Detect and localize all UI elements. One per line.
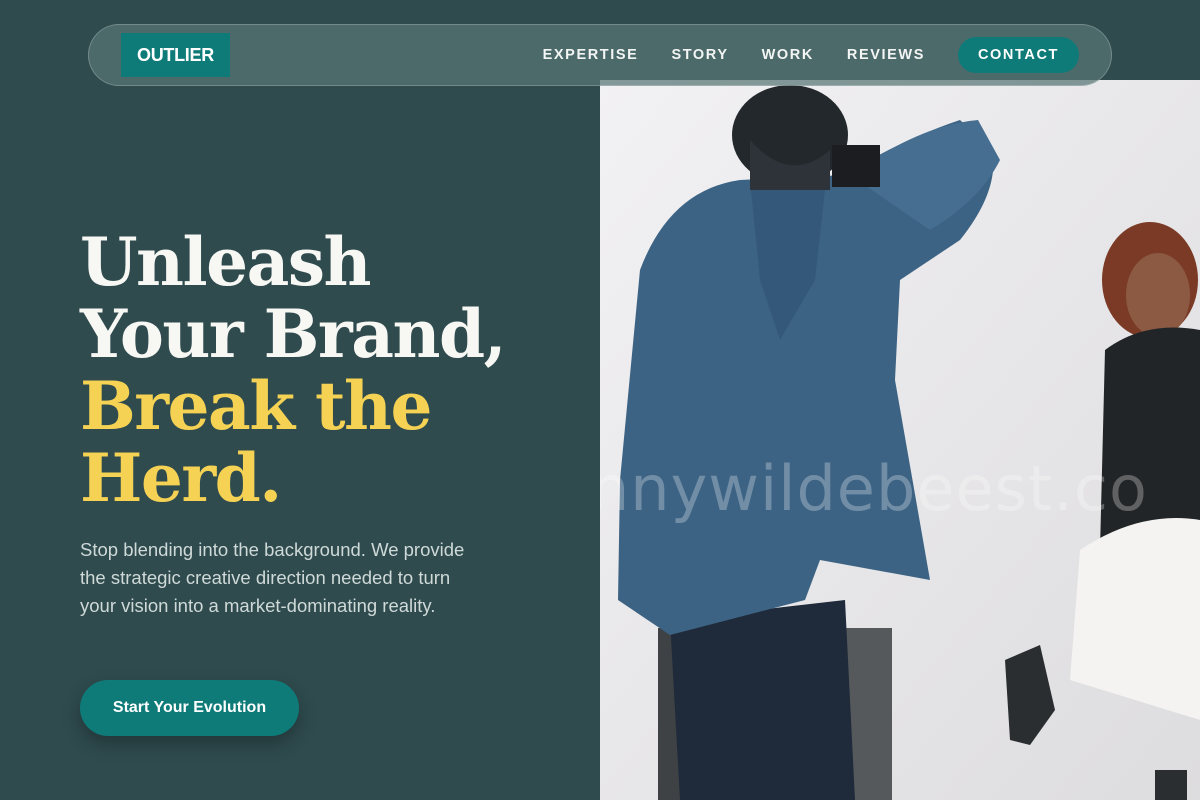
headline-line-4: Herd. (80, 439, 282, 517)
top-navbar: OUTLIER EXPERTISE STORY WORK REVIEWS CON… (88, 24, 1112, 86)
nav-links: EXPERTISE STORY WORK REVIEWS CONTACT (543, 37, 1079, 73)
start-evolution-button[interactable]: Start Your Evolution (80, 680, 299, 736)
logo[interactable]: OUTLIER (121, 33, 230, 77)
hero-headline: Unleash Your Brand, Break the Herd. (80, 226, 580, 514)
headline-line-2: Your Brand, (80, 295, 507, 373)
nav-link-expertise[interactable]: EXPERTISE (543, 47, 639, 63)
contact-button[interactable]: CONTACT (957, 37, 1079, 73)
nav-link-story[interactable]: STORY (671, 47, 728, 63)
photographer-and-model-photo (600, 80, 1200, 800)
headline-line-1: Unleash (80, 223, 372, 301)
image-watermark: nnywildebeest.co (600, 452, 1148, 525)
nav-link-work[interactable]: WORK (762, 47, 814, 63)
headline-line-3: Break the (80, 367, 432, 445)
nav-link-reviews[interactable]: REVIEWS (847, 47, 925, 63)
hero-description: Stop blending into the background. We pr… (80, 539, 465, 616)
hero-photo: nnywildebeest.co (600, 80, 1200, 800)
